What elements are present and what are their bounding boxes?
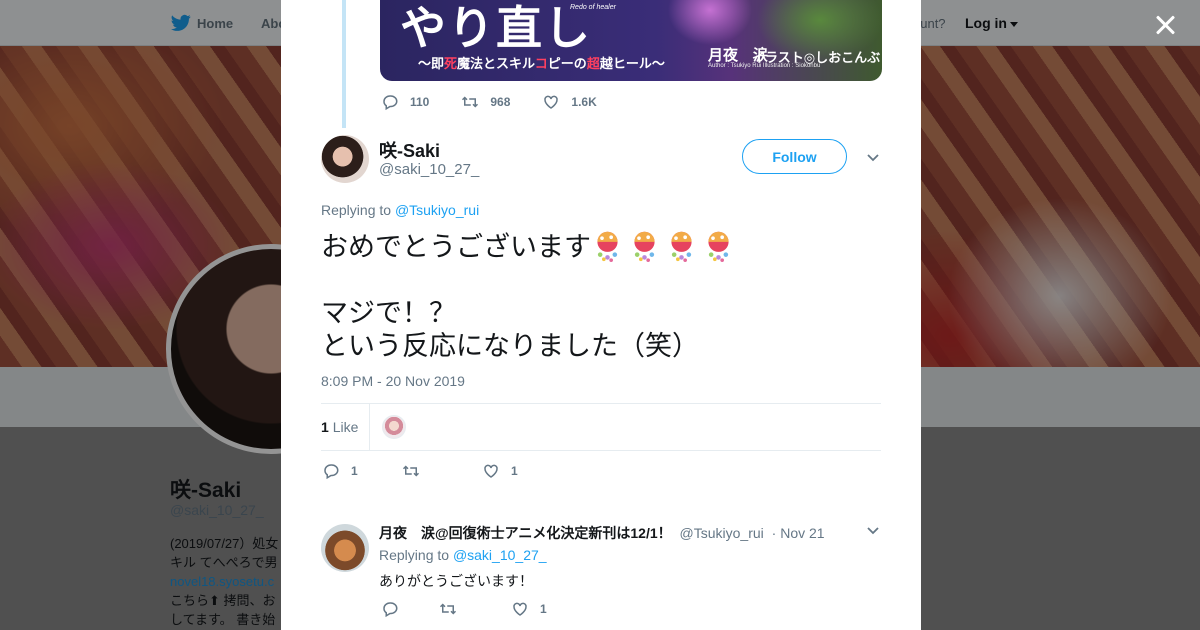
confetti-ball-emoji-icon xyxy=(591,229,624,262)
likes-stat[interactable]: 1 Like xyxy=(321,419,358,435)
like-count: 1 xyxy=(540,602,547,616)
tweet-line-text: おめでとうございます xyxy=(321,232,591,262)
retweet-icon xyxy=(439,603,457,615)
chevron-down-icon xyxy=(867,527,879,535)
close-icon[interactable] xyxy=(1152,11,1180,39)
tweet-date[interactable]: · Nov 21 xyxy=(772,525,825,541)
reply-icon xyxy=(383,95,398,111)
reply-button[interactable]: 110 xyxy=(381,93,429,111)
cover-subtitle: 〜即死魔法とスキルコピーの超越ヒール〜 xyxy=(418,53,665,72)
liker-avatar[interactable] xyxy=(382,415,406,439)
tweet-author-name[interactable]: 咲-Saki xyxy=(379,137,440,163)
tweet-stats: 1 Like xyxy=(321,403,881,451)
replying-to-label: Replying to xyxy=(321,202,395,218)
like-button[interactable]: 1.6K xyxy=(542,93,597,111)
reply-icon xyxy=(324,464,339,480)
reply-icon xyxy=(383,602,398,618)
tweet-author-handle[interactable]: @Tsukiyo_rui xyxy=(680,525,764,541)
cover-credit: Author : Tsukiyo Rui Illustration : Siok… xyxy=(708,63,821,69)
likes-stat-count: 1 xyxy=(321,419,329,435)
retweet-count: 968 xyxy=(490,95,511,109)
tweet-text: おめでとうございます マジで！？ という反応になりました（笑） xyxy=(321,229,739,363)
tweet-line: マジで！？ xyxy=(321,298,456,328)
thread-line xyxy=(342,0,346,128)
heart-icon xyxy=(513,602,527,616)
retweet-button[interactable] xyxy=(402,462,482,480)
reply-tweet-header: 月夜 涙@回復術士アニメ化決定新刊は12/1！ @Tsukiyo_rui · N… xyxy=(379,523,825,543)
parent-tweet-actions: 110 968 1.6K xyxy=(381,93,629,111)
retweet-icon xyxy=(462,96,479,108)
cover-subtitle-part: 〜即 xyxy=(418,56,445,71)
main-tweet-actions: 1 1 xyxy=(322,462,518,480)
confetti-ball-emoji-icon xyxy=(665,229,698,262)
retweet-button[interactable]: 968 xyxy=(461,93,510,111)
cover-title: やり直し xyxy=(400,1,592,55)
avatar[interactable] xyxy=(321,135,369,183)
reply-button[interactable]: 1 xyxy=(322,462,402,480)
confetti-ball-emoji-icon xyxy=(702,229,735,262)
like-button[interactable]: 1 xyxy=(482,462,518,480)
mention-link[interactable]: @saki_10_27_ xyxy=(453,547,547,563)
follow-button[interactable]: Follow xyxy=(742,139,847,174)
book-cover-image[interactable]: やり直し Redo of healer 〜即死魔法とスキルコピーの超越ヒール〜 … xyxy=(380,0,882,81)
cover-english-title: Redo of healer xyxy=(570,4,616,11)
likes-stat-label: Like xyxy=(332,419,359,435)
tweet-timestamp[interactable]: 8:09 PM - 20 Nov 2019 xyxy=(321,373,465,389)
replying-to: Replying to @saki_10_27_ xyxy=(379,547,547,563)
reply-tweet-actions: 1 xyxy=(381,600,547,618)
retweet-icon xyxy=(402,465,420,477)
tweet-author-name[interactable]: 月夜 涙@回復術士アニメ化決定新刊は12/1！ xyxy=(379,525,672,541)
tweet-permalink-modal: やり直し Redo of healer 〜即死魔法とスキルコピーの超越ヒール〜 … xyxy=(281,0,921,630)
tweet-author-handle[interactable]: @saki_10_27_ xyxy=(379,161,479,178)
cover-subtitle-part: 超 xyxy=(586,56,600,71)
cover-subtitle-part: コ xyxy=(534,56,548,71)
cover-subtitle-part: 越ヒール〜 xyxy=(599,56,665,71)
tweet-line: おめでとうございます xyxy=(321,229,739,264)
replying-to: Replying to @Tsukiyo_rui xyxy=(321,202,479,218)
like-count: 1 xyxy=(511,464,518,478)
cover-subtitle-part: 魔法とスキル xyxy=(457,56,535,71)
reply-count: 1 xyxy=(351,464,358,478)
divider xyxy=(369,404,370,450)
cover-subtitle-part: 死 xyxy=(444,56,458,71)
like-button[interactable]: 1 xyxy=(511,600,547,618)
tweet-text: ありがとうございます！ xyxy=(379,573,533,589)
heart-icon xyxy=(484,464,498,478)
heart-icon xyxy=(544,95,559,109)
retweet-button[interactable] xyxy=(439,600,511,618)
replying-to-label: Replying to xyxy=(379,547,453,563)
tweet-menu-button[interactable] xyxy=(865,151,881,165)
avatar[interactable] xyxy=(321,524,369,572)
tweet-menu-button[interactable] xyxy=(865,524,881,538)
reply-count: 110 xyxy=(410,95,430,109)
mention-link[interactable]: @Tsukiyo_rui xyxy=(395,202,479,218)
confetti-ball-emoji-icon xyxy=(628,229,661,262)
like-count: 1.6K xyxy=(571,95,597,109)
chevron-down-icon xyxy=(867,154,879,162)
tweet-line: という反応になりました（笑） xyxy=(321,331,699,361)
reply-button[interactable] xyxy=(381,600,439,618)
cover-subtitle-part: ピーの xyxy=(547,56,587,71)
